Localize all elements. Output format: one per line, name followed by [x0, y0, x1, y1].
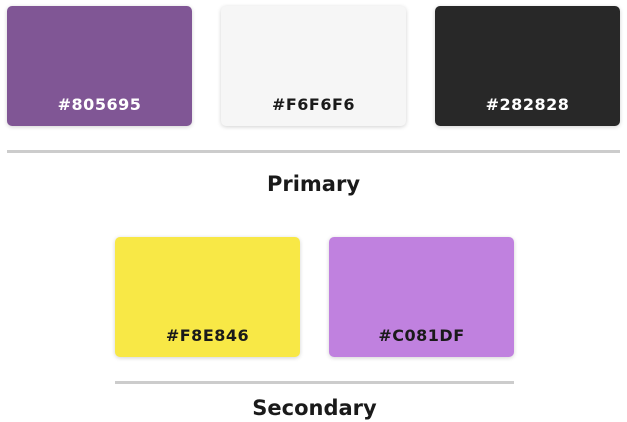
swatch-hex-label: #F8E846	[165, 326, 250, 345]
swatch-primary-purple: #805695	[7, 6, 192, 126]
primary-group-label: Primary	[266, 172, 361, 196]
swatch-hex-label: #282828	[485, 95, 570, 114]
secondary-divider	[115, 381, 514, 384]
swatch-secondary-yellow: #F8E846	[115, 237, 300, 357]
swatch-primary-dark-gray: #282828	[435, 6, 620, 126]
swatch-hex-label: #F6F6F6	[271, 95, 356, 114]
swatch-primary-light-gray: #F6F6F6	[221, 6, 406, 126]
swatch-secondary-lavender: #C081DF	[329, 237, 514, 357]
primary-divider	[7, 150, 620, 153]
swatch-hex-label: #805695	[57, 95, 142, 114]
secondary-group-label: Secondary	[252, 396, 377, 420]
swatch-hex-label: #C081DF	[378, 326, 465, 345]
